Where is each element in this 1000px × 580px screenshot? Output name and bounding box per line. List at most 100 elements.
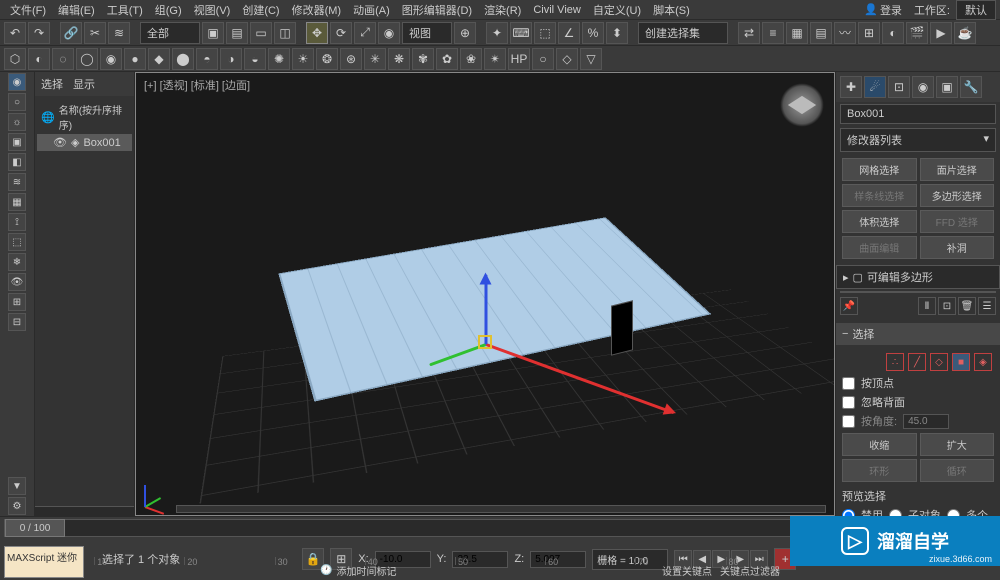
tool-5[interactable]: ◉ bbox=[100, 48, 122, 70]
menu-civil-view[interactable]: Civil View bbox=[527, 2, 586, 18]
rect-region-button[interactable]: ▭ bbox=[250, 22, 272, 44]
tool-8[interactable]: ⬤ bbox=[172, 48, 194, 70]
menu-file[interactable]: 文件(F) bbox=[4, 0, 52, 20]
tool-9[interactable]: ◓ bbox=[196, 48, 218, 70]
viewport-scrollbar[interactable] bbox=[176, 505, 826, 513]
menu-view[interactable]: 视图(V) bbox=[188, 0, 237, 20]
undo-button[interactable]: ↶ bbox=[4, 22, 26, 44]
bind-button[interactable]: ≋ bbox=[108, 22, 130, 44]
align-button[interactable]: ≡ bbox=[762, 22, 784, 44]
viewcube[interactable] bbox=[780, 83, 824, 127]
btn-face-select[interactable]: 面片选择 bbox=[920, 158, 995, 181]
tool-21[interactable]: ✴ bbox=[484, 48, 506, 70]
subobj-element[interactable]: ◈ bbox=[974, 353, 992, 371]
filter-helpers-icon[interactable]: ◧ bbox=[8, 153, 26, 171]
subobj-vertex[interactable]: ∴ bbox=[886, 353, 904, 371]
make-unique-icon[interactable]: ⊡ bbox=[938, 297, 956, 315]
tool-24[interactable]: ◇ bbox=[556, 48, 578, 70]
percent-snap-button[interactable]: % bbox=[582, 22, 604, 44]
login-button[interactable]: 👤 登录 bbox=[858, 0, 908, 20]
select-object-button[interactable]: ▣ bbox=[202, 22, 224, 44]
ribbon-button[interactable]: ▤ bbox=[810, 22, 832, 44]
tool-14[interactable]: ❂ bbox=[316, 48, 338, 70]
curve-editor-button[interactable]: 〰 bbox=[834, 22, 856, 44]
add-time-tag[interactable]: 添加时间标记 bbox=[336, 563, 396, 578]
tool-10[interactable]: ◑ bbox=[220, 48, 242, 70]
link-button[interactable]: 🔗 bbox=[60, 22, 82, 44]
tool-25[interactable]: ▽ bbox=[580, 48, 602, 70]
window-crossing-button[interactable]: ◫ bbox=[274, 22, 296, 44]
scale-button[interactable]: ⤢ bbox=[354, 22, 376, 44]
scene-tab-select[interactable]: 选择 bbox=[41, 76, 63, 92]
tool-17[interactable]: ❋ bbox=[388, 48, 410, 70]
tab-hierarchy[interactable]: ⊡ bbox=[888, 76, 910, 98]
layers-button[interactable]: ▦ bbox=[786, 22, 808, 44]
filter-cameras-icon[interactable]: ▣ bbox=[8, 133, 26, 151]
tool-20[interactable]: ❀ bbox=[460, 48, 482, 70]
btn-curve-edit[interactable]: 曲面编辑 bbox=[842, 236, 917, 259]
tab-create[interactable]: ✚ bbox=[840, 76, 862, 98]
tool-16[interactable]: ✳ bbox=[364, 48, 386, 70]
btn-ffd-select[interactable]: FFD 选择 bbox=[920, 210, 995, 233]
btn-fill-hole[interactable]: 补洞 bbox=[920, 236, 995, 259]
tool-11[interactable]: ◒ bbox=[244, 48, 266, 70]
tool-2[interactable]: ◐ bbox=[28, 48, 50, 70]
show-end-result-icon[interactable]: Ⅱ bbox=[918, 297, 936, 315]
tool-6[interactable]: ● bbox=[124, 48, 146, 70]
tab-display[interactable]: ▣ bbox=[936, 76, 958, 98]
extra-1-icon[interactable]: ⊞ bbox=[8, 293, 26, 311]
select-by-name-button[interactable]: ▤ bbox=[226, 22, 248, 44]
filter-geometry-icon[interactable]: ◉ bbox=[8, 73, 26, 91]
tool-23[interactable]: ○ bbox=[532, 48, 554, 70]
btn-vol-select[interactable]: 体积选择 bbox=[842, 210, 917, 233]
tool-1[interactable]: ⬡ bbox=[4, 48, 26, 70]
tool-4[interactable]: ◯ bbox=[76, 48, 98, 70]
expand-icon[interactable]: ▸ bbox=[843, 271, 849, 284]
schematic-view-button[interactable]: ⊞ bbox=[858, 22, 880, 44]
preview-multi-radio[interactable] bbox=[947, 509, 960, 517]
keyboard-shortcut-button[interactable]: ⌨ bbox=[510, 22, 532, 44]
btn-poly-select[interactable]: 多边形选择 bbox=[920, 184, 995, 207]
bulb-icon[interactable]: ▢ bbox=[853, 271, 863, 284]
subobj-edge[interactable]: ╱ bbox=[908, 353, 926, 371]
config-icon[interactable]: ⚙ bbox=[8, 497, 26, 515]
ref-coord-dropdown[interactable]: 视图 bbox=[402, 22, 452, 44]
spinner-snap-button[interactable]: ⬍ bbox=[606, 22, 628, 44]
modifier-stack-item[interactable]: ▸ ▢ 可编辑多边形 bbox=[836, 265, 1000, 289]
unlink-button[interactable]: ✂ bbox=[84, 22, 106, 44]
menu-group[interactable]: 组(G) bbox=[149, 0, 188, 20]
menu-edit[interactable]: 编辑(E) bbox=[52, 0, 101, 20]
placement-button[interactable]: ◉ bbox=[378, 22, 400, 44]
extra-2-icon[interactable]: ⊟ bbox=[8, 313, 26, 331]
btn-ring[interactable]: 环形 bbox=[842, 459, 917, 482]
tab-modify[interactable]: ☄ bbox=[864, 76, 886, 98]
btn-spline-select[interactable]: 样条线选择 bbox=[842, 184, 917, 207]
btn-mesh-select[interactable]: 网格选择 bbox=[842, 158, 917, 181]
key-filter-button[interactable]: 关键点过滤器 bbox=[720, 563, 780, 578]
render-frame-button[interactable]: ▶ bbox=[930, 22, 952, 44]
angle-spinner[interactable]: 45.0 bbox=[903, 414, 949, 429]
menu-animation[interactable]: 动画(A) bbox=[347, 0, 396, 20]
filter-container-icon[interactable]: ⬚ bbox=[8, 233, 26, 251]
use-pivot-button[interactable]: ⊕ bbox=[454, 22, 476, 44]
subobj-polygon[interactable]: ■ bbox=[952, 353, 970, 371]
ignore-backface-checkbox[interactable] bbox=[842, 396, 855, 409]
preview-off-radio[interactable] bbox=[842, 509, 855, 517]
remove-mod-icon[interactable]: 🗑 bbox=[958, 297, 976, 315]
eye-icon[interactable]: 👁 bbox=[53, 136, 67, 149]
by-vertex-checkbox[interactable] bbox=[842, 377, 855, 390]
tool-18[interactable]: ✾ bbox=[412, 48, 434, 70]
subobj-border[interactable]: ◇ bbox=[930, 353, 948, 371]
tool-7[interactable]: ◆ bbox=[148, 48, 170, 70]
angle-snap-button[interactable]: ∠ bbox=[558, 22, 580, 44]
btn-grow[interactable]: 扩大 bbox=[920, 433, 995, 456]
tool-12[interactable]: ✺ bbox=[268, 48, 290, 70]
btn-loop[interactable]: 循环 bbox=[920, 459, 995, 482]
filter-bone-icon[interactable]: ⟟ bbox=[8, 213, 26, 231]
tool-3[interactable]: ◌ bbox=[52, 48, 74, 70]
object-name-field[interactable]: Box001 bbox=[840, 104, 996, 124]
selection-filter-dropdown[interactable]: 全部 bbox=[140, 22, 200, 44]
tool-19[interactable]: ✿ bbox=[436, 48, 458, 70]
pin-stack-icon[interactable]: 📌 bbox=[840, 297, 858, 315]
tool-13[interactable]: ☀ bbox=[292, 48, 314, 70]
